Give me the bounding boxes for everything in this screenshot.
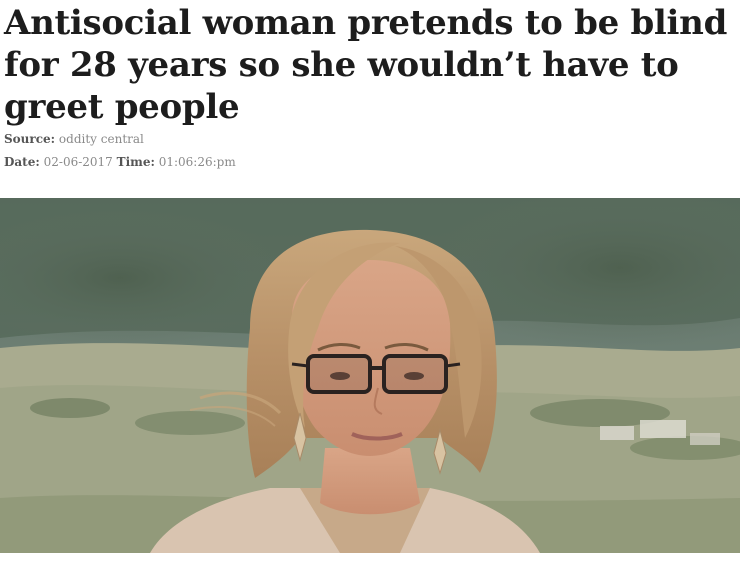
date-label: Date: bbox=[4, 155, 40, 169]
article: Antisocial woman pretends to be blind fo… bbox=[0, 0, 740, 566]
time-label: Time: bbox=[116, 155, 155, 169]
source-value: oddity central bbox=[58, 132, 144, 146]
headline: Antisocial woman pretends to be blind fo… bbox=[4, 2, 738, 128]
headline-line-3: greet people bbox=[4, 87, 240, 127]
source-label: Source: bbox=[4, 132, 56, 146]
headline-line-2: for 28 years so she wouldn’t have to bbox=[4, 45, 679, 85]
date-time-line: Date: 02-06-2017 Time: 01:06:26:pm bbox=[4, 154, 236, 170]
source-line: Source: oddity central bbox=[4, 131, 144, 147]
photo-illustration bbox=[0, 198, 740, 553]
article-photo bbox=[0, 198, 740, 553]
headline-line-1: Antisocial woman pretends to be blind bbox=[4, 3, 728, 43]
date-value: 02-06-2017 bbox=[43, 155, 113, 169]
time-value: 01:06:26:pm bbox=[158, 155, 236, 169]
